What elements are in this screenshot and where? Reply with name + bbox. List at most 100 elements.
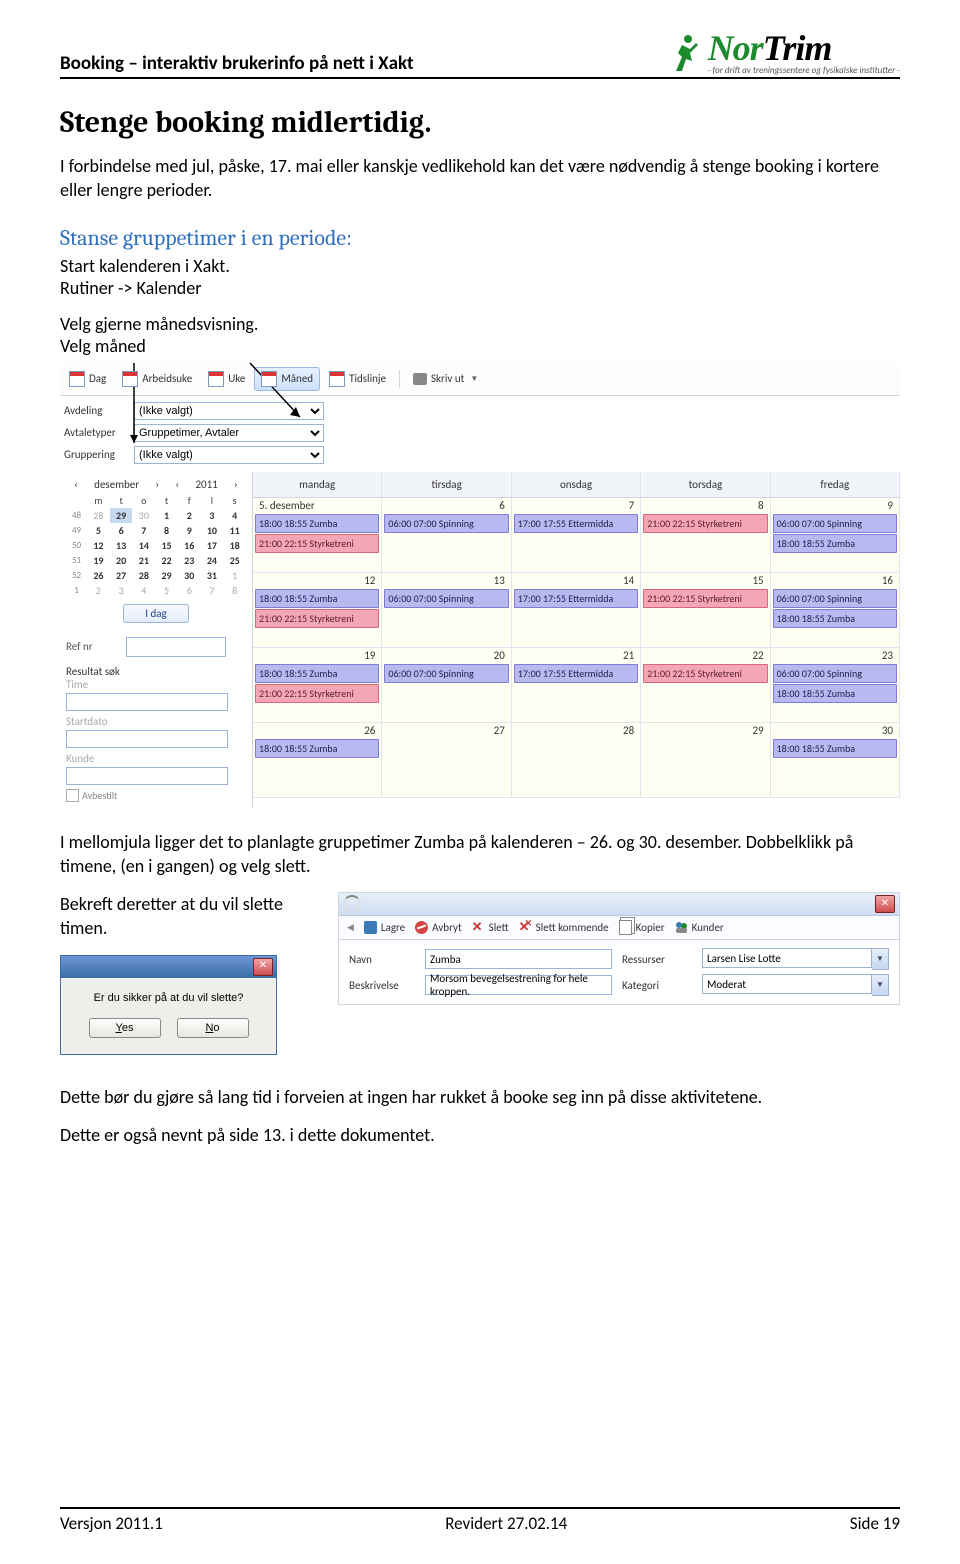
calendar-cell[interactable]: 2117:00 17:55 Ettermidda (512, 648, 641, 722)
input-beskrivelse[interactable]: Morsom bevegelsestrening for hele kroppe… (425, 975, 612, 995)
calendar-event[interactable]: 17:00 17:55 Ettermidda (514, 664, 638, 683)
calendar-cell[interactable]: 2618:00 18:55 Zumba (253, 723, 382, 797)
tab-tidslinje[interactable]: Tidslinje (322, 367, 393, 391)
heading-1: Stenge booking midlertidig. (60, 105, 900, 140)
calendar-event[interactable]: 06:00 07:00 Spinning (773, 664, 897, 683)
print-icon (413, 373, 427, 385)
copy-icon (619, 920, 632, 935)
grid-header-row: mandagtirsdagonsdagtorsdagfredag (253, 472, 900, 498)
close-icon[interactable]: ✕ (253, 958, 273, 976)
logo-text-nor: Nor (708, 28, 763, 68)
input-time[interactable] (66, 693, 228, 711)
label-startdato: Startdato (66, 715, 126, 728)
calendar-event[interactable]: 21:00 22:15 Styrketreni (255, 684, 379, 703)
tab-dag[interactable]: Dag (62, 367, 113, 391)
today-button[interactable]: I dag (123, 604, 189, 623)
calendar-cell[interactable]: 28 (512, 723, 641, 797)
calendar-cell[interactable]: 29 (641, 723, 770, 797)
yes-button[interactable]: Yes (89, 1018, 161, 1038)
calendar-event[interactable]: 21:00 22:15 Styrketreni (643, 514, 767, 533)
label-refnr: Ref nr (66, 640, 126, 653)
label-kategori: Kategori (622, 979, 692, 992)
calendar-cell[interactable]: 27 (382, 723, 511, 797)
header-title: Booking – interaktiv brukerinfo på nett … (60, 52, 414, 75)
year-label: 2011 (195, 478, 217, 491)
calendar-event[interactable]: 18:00 18:55 Zumba (255, 739, 379, 758)
calendar-event[interactable]: 06:00 07:00 Spinning (384, 664, 508, 683)
combo-ressurser[interactable]: Larsen Lise Lotte▼ (702, 948, 889, 970)
calendar-event[interactable]: 18:00 18:55 Zumba (255, 589, 379, 608)
calendar-cell[interactable]: 1521:00 22:15 Styrketreni (641, 573, 770, 647)
timeline-icon (329, 371, 345, 387)
heading-2: Stanse gruppetimer i en periode: (60, 225, 900, 251)
label-beskrivelse: Beskrivelse (349, 979, 415, 992)
calendar-event[interactable]: 18:00 18:55 Zumba (773, 739, 897, 758)
calendar-event[interactable]: 06:00 07:00 Spinning (384, 589, 508, 608)
calendar-event[interactable]: 17:00 17:55 Ettermidda (514, 514, 638, 533)
calendar-event[interactable]: 06:00 07:00 Spinning (773, 589, 897, 608)
calendar-event[interactable]: 21:00 22:15 Styrketreni (255, 534, 379, 553)
combo-kategori[interactable]: Moderat▼ (702, 974, 889, 996)
input-navn[interactable]: Zumba (425, 949, 612, 969)
arrow-annotation (130, 359, 330, 449)
calendar-event[interactable]: 21:00 22:15 Styrketreni (643, 664, 767, 683)
label-navn: Navn (349, 953, 415, 966)
users-icon (675, 921, 688, 934)
next-month[interactable]: › (155, 478, 159, 491)
calendar-event[interactable]: 18:00 18:55 Zumba (255, 514, 379, 533)
no-button[interactable]: No (177, 1018, 249, 1038)
calendar-cell[interactable]: 606:00 07:00 Spinning (382, 498, 511, 572)
checkbox-avbestilt[interactable]: Avbestilt (66, 789, 246, 802)
calendar-event[interactable]: 18:00 18:55 Zumba (773, 684, 897, 703)
copy-button[interactable]: Kopier (619, 920, 665, 935)
cancel-button[interactable]: Avbryt (415, 921, 462, 934)
customers-button[interactable]: Kunder (675, 921, 724, 934)
calendar-event[interactable]: 06:00 07:00 Spinning (773, 514, 897, 533)
calendar-event[interactable]: 06:00 07:00 Spinning (384, 514, 508, 533)
calendar-event[interactable]: 18:00 18:55 Zumba (773, 534, 897, 553)
label-time: Time (66, 678, 126, 691)
calendar-week-icon (208, 371, 224, 387)
logo: NorTrim - for drift av treningssentere o… (668, 30, 900, 75)
edit-form: Navn Zumba Ressurser Larsen Lise Lotte▼ … (339, 940, 899, 1004)
calendar-cell[interactable]: 2221:00 22:15 Styrketreni (641, 648, 770, 722)
calendar-cell[interactable]: 3018:00 18:55 Zumba (771, 723, 900, 797)
step-rutiner: Rutiner -> Kalender (60, 277, 900, 299)
close-icon[interactable]: ✕ (875, 895, 895, 913)
btn-skriv-ut[interactable]: Skriv ut▼ (406, 368, 485, 389)
confirm-dialog: ✕ Er du sikker på at du vil slette? Yes … (60, 955, 277, 1055)
calendar-cell[interactable]: 5. desember18:00 18:55 Zumba21:00 22:15 … (253, 498, 382, 572)
calendar-cell[interactable]: 906:00 07:00 Spinning18:00 18:55 Zumba (771, 498, 900, 572)
calendar-event[interactable]: 21:00 22:15 Styrketreni (643, 589, 767, 608)
calendar-cell[interactable]: 1218:00 18:55 Zumba21:00 22:15 Styrketre… (253, 573, 382, 647)
input-kunde[interactable] (66, 767, 228, 785)
chevron-down-icon: ▼ (470, 374, 478, 384)
calendar-event[interactable]: 18:00 18:55 Zumba (255, 664, 379, 683)
edit-event-window: ✕ ◀ Lagre Avbryt ✕Slett ✕Slett kommende … (338, 892, 900, 1005)
page-footer: Versjon 2011.1 Revidert 27.02.14 Side 19 (60, 1507, 900, 1534)
save-button[interactable]: Lagre (364, 921, 405, 934)
dialog-message: Er du sikker på at du vil slette? (71, 992, 266, 1004)
mini-calendar[interactable]: mtotfls 48282930123449567891011501213141… (66, 493, 246, 598)
separator (399, 370, 400, 388)
prev-year[interactable]: ‹ (175, 478, 179, 491)
calendar-cell[interactable]: 2306:00 07:00 Spinning18:00 18:55 Zumba (771, 648, 900, 722)
calendar-cell[interactable]: 1417:00 17:55 Ettermidda (512, 573, 641, 647)
delete-upcoming-button[interactable]: ✕Slett kommende (519, 921, 609, 934)
input-startdato[interactable] (66, 730, 228, 748)
calendar-cell[interactable]: 1306:00 07:00 Spinning (382, 573, 511, 647)
calendar-event[interactable]: 17:00 17:55 Ettermidda (514, 589, 638, 608)
calendar-cell[interactable]: 2006:00 07:00 Spinning (382, 648, 511, 722)
calendar-cell[interactable]: 1606:00 07:00 Spinning18:00 18:55 Zumba (771, 573, 900, 647)
next-year[interactable]: › (234, 478, 238, 491)
delete-button[interactable]: ✕Slett (472, 921, 509, 934)
prev-month[interactable]: ‹ (74, 478, 78, 491)
chevron-left-icon[interactable]: ◀ (347, 922, 354, 933)
calendar-event[interactable]: 21:00 22:15 Styrketreni (255, 609, 379, 628)
input-refnr[interactable] (126, 637, 226, 657)
calendar-cell[interactable]: 821:00 22:15 Styrketreni (641, 498, 770, 572)
calendar-event[interactable]: 18:00 18:55 Zumba (773, 609, 897, 628)
calendar-cell[interactable]: 1918:00 18:55 Zumba21:00 22:15 Styrketre… (253, 648, 382, 722)
calendar-cell[interactable]: 717:00 17:55 Ettermidda (512, 498, 641, 572)
calendar-month-icon (261, 371, 277, 387)
